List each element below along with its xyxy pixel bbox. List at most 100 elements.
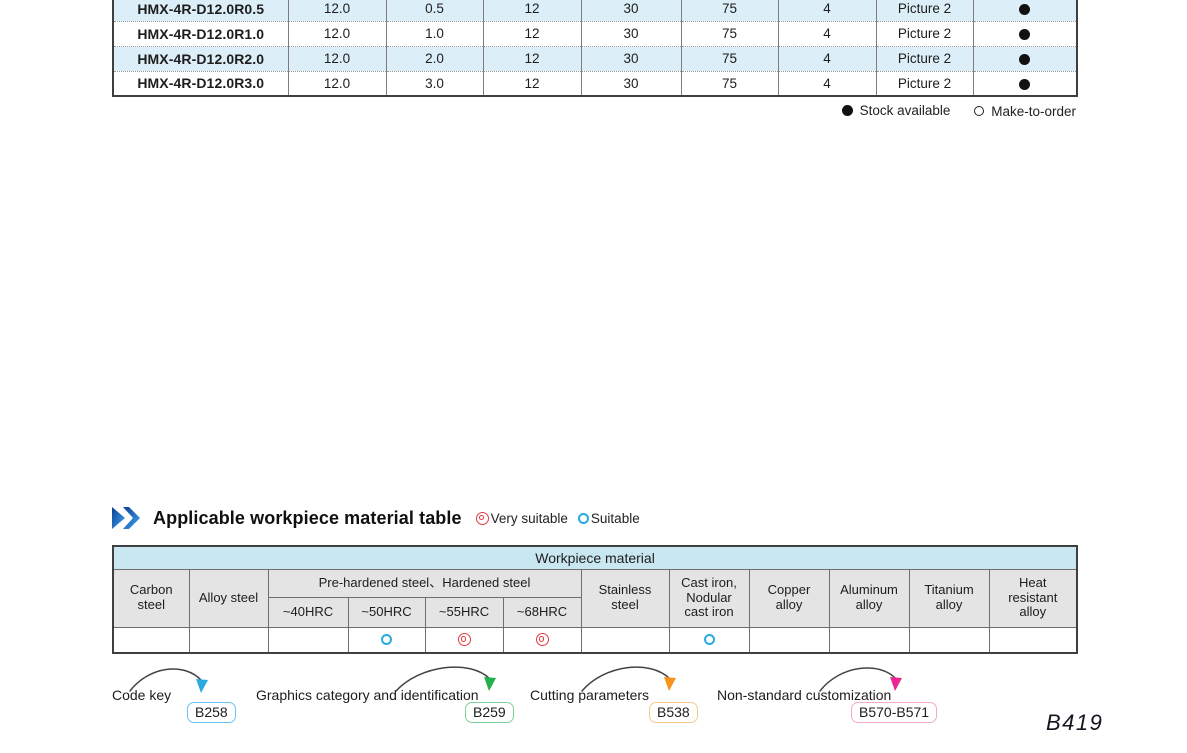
dim-cell: 12.0 — [288, 46, 386, 71]
product-table: HMX-4R-D12.0R0.5 12.0 0.5 12 30 75 4 Pic… — [112, 0, 1078, 97]
rating-cell — [669, 627, 749, 653]
dim-cell: 75 — [681, 0, 778, 21]
col-50hrc: ~50HRC — [348, 597, 425, 627]
very-suitable-icon — [476, 512, 489, 525]
col-cast-iron: Cast iron, Nodular cast iron — [669, 569, 749, 627]
rating-icon — [704, 634, 715, 645]
dim-cell: 4 — [778, 0, 876, 21]
col-stainless-steel: Stainless steel — [581, 569, 669, 627]
very-suitable-label: Very suitable — [491, 511, 568, 526]
rating-cell — [268, 627, 348, 653]
col-55hrc: ~55HRC — [425, 597, 503, 627]
stock-available-icon — [1019, 29, 1030, 40]
col-aluminum-alloy: Aluminum alloy — [829, 569, 909, 627]
dim-cell: 75 — [681, 71, 778, 96]
rating-cell — [829, 627, 909, 653]
table-row: HMX-4R-D12.0R3.0 12.0 3.0 12 30 75 4 Pic… — [113, 71, 1077, 96]
rating-cell — [425, 627, 503, 653]
rating-cell — [113, 627, 189, 653]
model-cell: HMX-4R-D12.0R0.5 — [113, 0, 288, 21]
stock-available-label: Stock available — [860, 103, 951, 118]
stock-available-icon — [1019, 79, 1030, 90]
curved-arrow-icon — [816, 661, 911, 697]
col-40hrc: ~40HRC — [268, 597, 348, 627]
dim-cell: 12.0 — [288, 0, 386, 21]
dim-cell: 12 — [483, 21, 581, 46]
model-cell: HMX-4R-D12.0R1.0 — [113, 21, 288, 46]
product-table-region: HMX-4R-D12.0R0.5 12.0 0.5 12 30 75 4 Pic… — [112, 0, 1078, 99]
picture-cell: Picture 2 — [876, 71, 973, 96]
double-chevron-icon — [112, 506, 142, 530]
rating-cell — [989, 627, 1077, 653]
curved-arrow-icon — [578, 661, 684, 697]
stock-legend: Stock available Make-to-order — [112, 103, 1076, 119]
col-prehardened-group: Pre-hardened steel、Hardened steel — [268, 569, 581, 597]
rating-cell — [189, 627, 268, 653]
col-heat-resistant-alloy: Heat resistant alloy — [989, 569, 1077, 627]
rating-cell — [749, 627, 829, 653]
table-row: HMX-4R-D12.0R1.0 12.0 1.0 12 30 75 4 Pic… — [113, 21, 1077, 46]
dim-cell: 12.0 — [288, 21, 386, 46]
stock-cell — [973, 71, 1077, 96]
table-title-row: Workpiece material — [113, 546, 1077, 569]
table-row: HMX-4R-D12.0R2.0 12.0 2.0 12 30 75 4 Pic… — [113, 46, 1077, 71]
dim-cell: 2.0 — [386, 46, 483, 71]
picture-cell: Picture 2 — [876, 46, 973, 71]
page-ref-badge: B538 — [649, 702, 698, 723]
stock-cell — [973, 21, 1077, 46]
dim-cell: 75 — [681, 46, 778, 71]
stock-cell — [973, 0, 1077, 21]
dim-cell: 30 — [581, 46, 681, 71]
dim-cell: 4 — [778, 21, 876, 46]
dim-cell: 30 — [581, 21, 681, 46]
page-number: B419 — [1046, 710, 1103, 736]
rating-icon — [536, 633, 549, 646]
stock-available-icon — [1019, 4, 1030, 15]
dim-cell: 12 — [483, 0, 581, 21]
dim-cell: 30 — [581, 0, 681, 21]
open-circle-icon — [974, 106, 984, 116]
dim-cell: 75 — [681, 21, 778, 46]
make-to-order-label: Make-to-order — [991, 104, 1076, 119]
suitable-icon — [578, 513, 589, 524]
curved-arrow-icon — [392, 661, 504, 697]
dim-cell: 30 — [581, 71, 681, 96]
dim-cell: 12 — [483, 71, 581, 96]
col-copper-alloy: Copper alloy — [749, 569, 829, 627]
catalog-page: HMX-4R-D12.0R0.5 12.0 0.5 12 30 75 4 Pic… — [0, 0, 1187, 753]
section-heading: Applicable workpiece material table Very… — [112, 506, 650, 530]
picture-cell: Picture 2 — [876, 21, 973, 46]
stock-available-legend: Stock available — [842, 103, 951, 118]
dim-cell: 4 — [778, 46, 876, 71]
model-cell: HMX-4R-D12.0R2.0 — [113, 46, 288, 71]
table-row: HMX-4R-D12.0R0.5 12.0 0.5 12 30 75 4 Pic… — [113, 0, 1077, 21]
dim-cell: 12 — [483, 46, 581, 71]
rating-icon — [458, 633, 471, 646]
curved-arrow-icon — [126, 661, 218, 697]
col-alloy-steel: Alloy steel — [189, 569, 268, 627]
dim-cell: 4 — [778, 71, 876, 96]
workpiece-material-table: Workpiece material Carbon steel Alloy st… — [112, 545, 1078, 654]
picture-cell: Picture 2 — [876, 0, 973, 21]
col-carbon-steel: Carbon steel — [113, 569, 189, 627]
page-ref-badge: B258 — [187, 702, 236, 723]
suitable-legend: Suitable — [578, 511, 640, 526]
dim-cell: 1.0 — [386, 21, 483, 46]
dim-cell: 0.5 — [386, 0, 483, 21]
stock-available-icon — [1019, 54, 1030, 65]
suitability-legend: Very suitable Suitable — [476, 511, 650, 526]
col-titanium-alloy: Titanium alloy — [909, 569, 989, 627]
section-title: Applicable workpiece material table — [153, 508, 462, 529]
dim-cell: 3.0 — [386, 71, 483, 96]
dim-cell: 12.0 — [288, 71, 386, 96]
model-cell: HMX-4R-D12.0R3.0 — [113, 71, 288, 96]
page-ref-badge: B570-B571 — [851, 702, 937, 723]
stock-cell — [973, 46, 1077, 71]
col-68hrc: ~68HRC — [503, 597, 581, 627]
workpiece-material-title: Workpiece material — [113, 546, 1077, 569]
make-to-order-legend: Make-to-order — [974, 104, 1076, 119]
suitable-label: Suitable — [591, 511, 640, 526]
rating-cell — [909, 627, 989, 653]
rating-icon — [381, 634, 392, 645]
page-ref-badge: B259 — [465, 702, 514, 723]
